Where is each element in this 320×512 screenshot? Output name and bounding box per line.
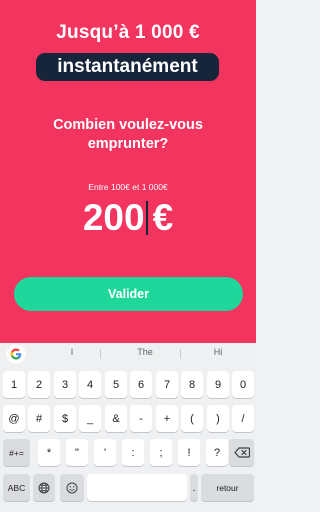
backspace-key[interactable] [229,439,254,466]
enter-key[interactable]: retour [201,474,254,501]
emoji-icon [66,482,78,493]
key-double-quote[interactable]: " [66,439,88,466]
key-dollar[interactable]: $ [54,405,76,432]
key-asterisk[interactable]: * [38,439,60,466]
space-key[interactable] [87,474,187,501]
suggestion-divider [100,349,101,359]
suggestion-2[interactable]: The [125,347,165,357]
key-8[interactable]: 8 [181,371,203,398]
question-line-1: Combien voulez-vous [53,117,203,133]
symbols-toggle-key[interactable]: #+= [3,439,30,466]
key-plus[interactable]: + [156,405,178,432]
key-0[interactable]: 0 [232,371,254,398]
key-underscore[interactable]: _ [79,405,101,432]
key-close-paren[interactable]: ) [207,405,229,432]
key-7[interactable]: 7 [156,371,178,398]
google-g-icon[interactable] [6,344,26,364]
key-ampersand[interactable]: & [105,405,127,432]
abc-key[interactable]: ABC [3,474,30,501]
key-2[interactable]: 2 [28,371,50,398]
emoji-key[interactable] [60,474,84,501]
key-1[interactable]: 1 [3,371,25,398]
key-single-quote[interactable]: ' [94,439,116,466]
question-line-2: emprunter? [87,136,169,152]
key-period[interactable]: . [190,474,198,501]
backspace-icon [233,447,250,458]
key-4[interactable]: 4 [79,371,101,398]
loan-question: Combien voulez-vous emprunter? [0,116,256,154]
key-exclamation[interactable]: ! [178,439,200,466]
range-hint: Entre 100€ et 1 000€ [88,182,168,192]
key-question[interactable]: ? [206,439,228,466]
key-9[interactable]: 9 [207,371,229,398]
key-hash[interactable]: # [28,405,50,432]
keyboard: I The Hi 1 2 3 4 5 6 7 8 9 0 @ # $ _ & -… [0,343,256,512]
hero-panel: Jusqu’à 1 000 € instantanément Combien v… [0,0,256,343]
suggestion-bar: I The Hi [0,343,256,365]
key-slash[interactable]: / [232,405,254,432]
suggestion-divider [180,349,181,359]
globe-icon [38,482,50,493]
key-3[interactable]: 3 [54,371,76,398]
amount-value[interactable]: 200 [83,197,145,238]
key-minus[interactable]: - [130,405,152,432]
suggestion-1[interactable]: I [52,347,92,357]
key-open-paren[interactable]: ( [181,405,203,432]
amount-input[interactable]: 200 € [0,197,256,239]
suggestion-3[interactable]: Hi [198,347,238,357]
currency-symbol: € [152,197,174,238]
key-6[interactable]: 6 [130,371,152,398]
key-5[interactable]: 5 [105,371,127,398]
key-semicolon[interactable]: ; [150,439,172,466]
text-caret [145,201,148,235]
headline: Jusqu’à 1 000 € [56,22,200,43]
key-colon[interactable]: : [122,439,144,466]
headline-pill: instantanément [36,53,219,81]
key-at[interactable]: @ [3,405,25,432]
globe-key[interactable] [33,474,55,501]
submit-button[interactable]: Valider [14,277,243,311]
